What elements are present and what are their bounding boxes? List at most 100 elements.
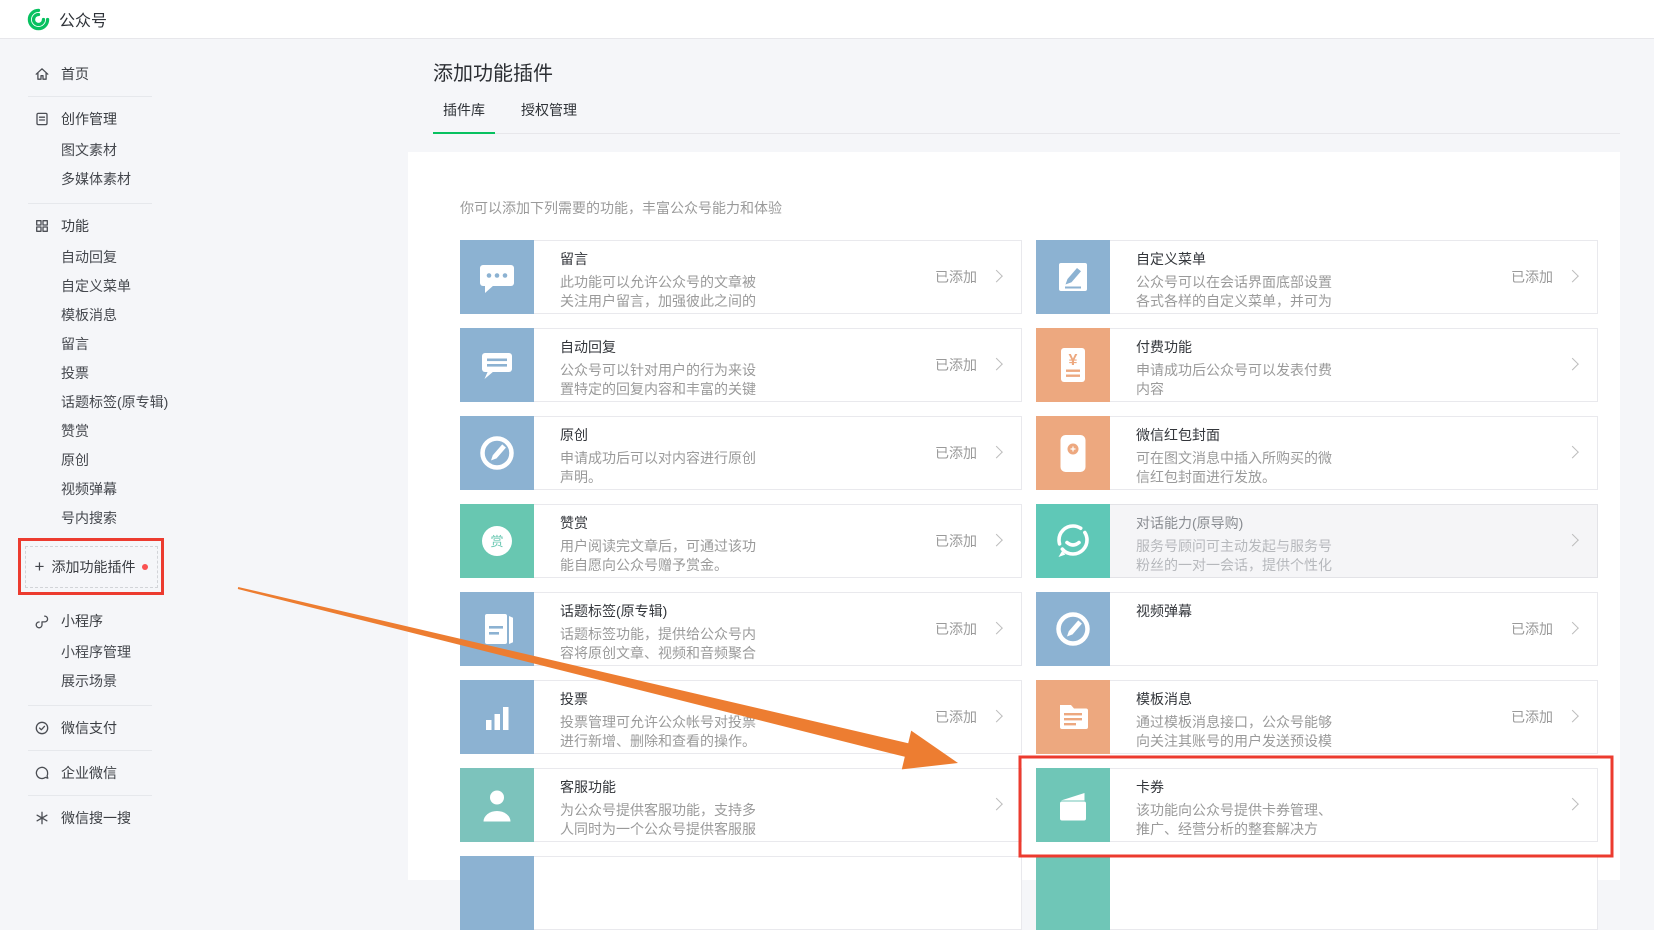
sidebar-item[interactable]: 企业微信 — [34, 760, 185, 786]
plugin-card-desc: 话题标签功能，提供给公众号内 容将原创文章、视频和音频聚合 — [560, 625, 756, 663]
plugin-card[interactable]: 投票投票管理可允许公众帐号对投票 进行新增、删除和查看的操作。已添加 — [460, 680, 1022, 754]
chevron-right-icon[interactable] — [1566, 710, 1579, 723]
sidebar-subitem[interactable]: 视频弹幕 — [61, 475, 185, 504]
intro-text: 你可以添加下列需要的功能，丰富公众号能力和体验 — [460, 198, 1620, 218]
plugin-card-text: 对话能力(原导购)服务号顾问可主动发起与服务号 粉丝的一对一会话，提供个性化 — [1136, 505, 1332, 577]
plugin-card[interactable]: 对话能力(原导购)服务号顾问可主动发起与服务号 粉丝的一对一会话，提供个性化 — [1036, 504, 1598, 578]
sidebar-subitem[interactable]: 原创 — [61, 446, 185, 475]
sidebar-nav: 首页创作管理图文素材多媒体素材功能自动回复自定义菜单模板消息留言投票话题标签(原… — [0, 39, 185, 864]
doc-icon — [34, 111, 50, 127]
plugin-card[interactable]: ¥付费功能申请成功后公众号可以发表付费 内容 — [1036, 328, 1598, 402]
chevron-right-icon[interactable] — [1566, 534, 1579, 547]
sidebar-item-label: 企业微信 — [61, 763, 117, 783]
wepay-icon — [34, 720, 50, 736]
plugin-card-title: 自动回复 — [560, 338, 756, 356]
vote-icon — [460, 680, 534, 754]
tab-plugin-library[interactable]: 插件库 — [433, 98, 495, 134]
sidebar-item[interactable]: 创作管理 — [34, 106, 185, 132]
sidebar-item-label: 微信支付 — [61, 718, 117, 738]
sidebar-subitem[interactable]: 小程序管理 — [61, 638, 185, 667]
sidebar-item[interactable]: 小程序 — [34, 608, 185, 634]
plugin-card[interactable]: 视频弹幕已添加 — [1036, 592, 1598, 666]
plugin-card-desc: 该功能向公众号提供卡券管理、 推广、经营分析的整套解决方 — [1136, 801, 1332, 839]
blank-icon — [460, 856, 534, 930]
plugin-card[interactable]: 自定义菜单公众号可以在会话界面底部设置 各式各样的自定义菜单，并可为 已添加 — [1036, 240, 1598, 314]
sidebar-subitem[interactable]: 号内搜索 — [61, 504, 185, 533]
sidebar-add-plugin-label: 添加功能插件 — [51, 557, 135, 577]
plugin-card[interactable]: 微信红包封面可在图文消息中插入所购买的微 信红包封面进行发放。 — [1036, 416, 1598, 490]
chevron-right-icon[interactable] — [990, 270, 1003, 283]
plugin-card[interactable] — [460, 856, 1022, 930]
sidebar-item-label: 功能 — [61, 216, 89, 236]
chevron-right-icon[interactable] — [1566, 358, 1579, 371]
tab-bar: 插件库 授权管理 — [433, 98, 1620, 134]
content-panel: 你可以添加下列需要的功能，丰富公众号能力和体验 留言此功能可以允许公众号的文章被… — [408, 152, 1620, 880]
edit-icon — [1036, 240, 1110, 314]
plus-icon: + — [35, 558, 45, 575]
sidebar-subitem[interactable]: 赞赏 — [61, 417, 185, 446]
sidebar-subitem[interactable]: 图文素材 — [61, 136, 185, 165]
sidebar-subitem[interactable]: 模板消息 — [61, 301, 185, 330]
wallet-icon — [1036, 768, 1110, 842]
plugin-card[interactable]: 留言此功能可以允许公众号的文章被 关注用户留言，加强彼此之间的已添加 — [460, 240, 1022, 314]
sidebar-item[interactable]: 功能 — [34, 213, 185, 239]
sidebar-item[interactable]: 首页 — [34, 61, 185, 87]
sidebar-subitem[interactable]: 展示场景 — [61, 667, 185, 696]
plugin-card[interactable]: 卡券该功能向公众号提供卡券管理、 推广、经营分析的整套解决方 — [1036, 768, 1598, 842]
folder-icon — [1036, 680, 1110, 754]
added-badge: 已添加 — [935, 355, 977, 375]
chevron-right-icon[interactable] — [990, 534, 1003, 547]
added-badge: 已添加 — [935, 707, 977, 727]
plugin-card[interactable] — [1036, 856, 1598, 930]
plugin-card-desc: 公众号可以在会话界面底部设置 各式各样的自定义菜单，并可为 — [1136, 273, 1332, 311]
original-icon — [1036, 592, 1110, 666]
plugin-card-text: 视频弹幕 — [1136, 593, 1192, 665]
plugin-card[interactable]: 模板消息通过模板消息接口，公众号能够 向关注其账号的用户发送预设模已添加 — [1036, 680, 1598, 754]
sidebar-subitem[interactable]: 投票 — [61, 359, 185, 388]
added-badge: 已添加 — [1511, 267, 1553, 287]
sidebar-add-plugin-button[interactable]: + 添加功能插件 — [25, 546, 158, 588]
chevron-right-icon[interactable] — [1566, 446, 1579, 459]
plugin-card[interactable]: 赏赞赏用户阅读完文章后，可通过该功 能自愿向公众号赠予赏金。已添加 — [460, 504, 1022, 578]
chevron-right-icon[interactable] — [990, 622, 1003, 635]
blank-icon — [1036, 856, 1110, 930]
chevron-right-icon[interactable] — [990, 710, 1003, 723]
plugin-card[interactable]: 自动回复公众号可以针对用户的行为来设 置特定的回复内容和丰富的关键已添加 — [460, 328, 1022, 402]
sidebar-item[interactable]: 微信搜一搜 — [34, 805, 185, 831]
sidebar-subitem[interactable]: 话题标签(原专辑) — [61, 388, 185, 417]
sidebar-item[interactable]: 微信支付 — [34, 715, 185, 741]
plugin-card-title: 视频弹幕 — [1136, 602, 1192, 620]
chevron-right-icon[interactable] — [1566, 270, 1579, 283]
plugin-card-title: 卡券 — [1136, 778, 1332, 796]
plugin-card-text: 赞赏用户阅读完文章后，可通过该功 能自愿向公众号赠予赏金。 — [560, 505, 756, 577]
plugin-card[interactable]: 原创申请成功后可以对内容进行原创 声明。已添加 — [460, 416, 1022, 490]
shang-icon: 赏 — [460, 504, 534, 578]
sidebar-subitem[interactable]: 留言 — [61, 330, 185, 359]
plugin-card-title: 话题标签(原专辑) — [560, 602, 756, 620]
sidebar-subitem[interactable]: 自动回复 — [61, 243, 185, 272]
sidebar-item-label: 首页 — [61, 64, 89, 84]
sidebar-divider — [28, 96, 152, 97]
plugin-card-text: 客服功能为公众号提供客服功能，支持多 人同时为一个公众号提供客服服 — [560, 769, 756, 841]
page-title: 添加功能插件 — [433, 57, 553, 86]
chevron-right-icon[interactable] — [990, 798, 1003, 811]
sidebar-divider — [28, 705, 152, 706]
plugin-card-title: 投票 — [560, 690, 756, 708]
plugin-card-title: 留言 — [560, 250, 756, 268]
sidebar-subitem[interactable]: 自定义菜单 — [61, 272, 185, 301]
chevron-right-icon[interactable] — [1566, 798, 1579, 811]
plugin-card-text: 原创申请成功后可以对内容进行原创 声明。 — [560, 417, 756, 489]
plugin-card-desc: 通过模板消息接口，公众号能够 向关注其账号的用户发送预设模 — [1136, 713, 1332, 751]
plugin-card-title: 自定义菜单 — [1136, 250, 1332, 268]
chevron-right-icon[interactable] — [990, 358, 1003, 371]
comment-icon — [460, 240, 534, 314]
chevron-right-icon[interactable] — [990, 446, 1003, 459]
tab-authorization-management[interactable]: 授权管理 — [511, 98, 587, 133]
plugin-card[interactable]: 话题标签(原专辑)话题标签功能，提供给公众号内 容将原创文章、视频和音频聚合已添… — [460, 592, 1022, 666]
plugin-card[interactable]: 客服功能为公众号提供客服功能，支持多 人同时为一个公众号提供客服服 — [460, 768, 1022, 842]
chevron-right-icon[interactable] — [1566, 622, 1579, 635]
sidebar-subitem[interactable]: 多媒体素材 — [61, 165, 185, 194]
person-icon — [460, 768, 534, 842]
plugin-card-title: 模板消息 — [1136, 690, 1332, 708]
grid-icon — [34, 218, 50, 234]
